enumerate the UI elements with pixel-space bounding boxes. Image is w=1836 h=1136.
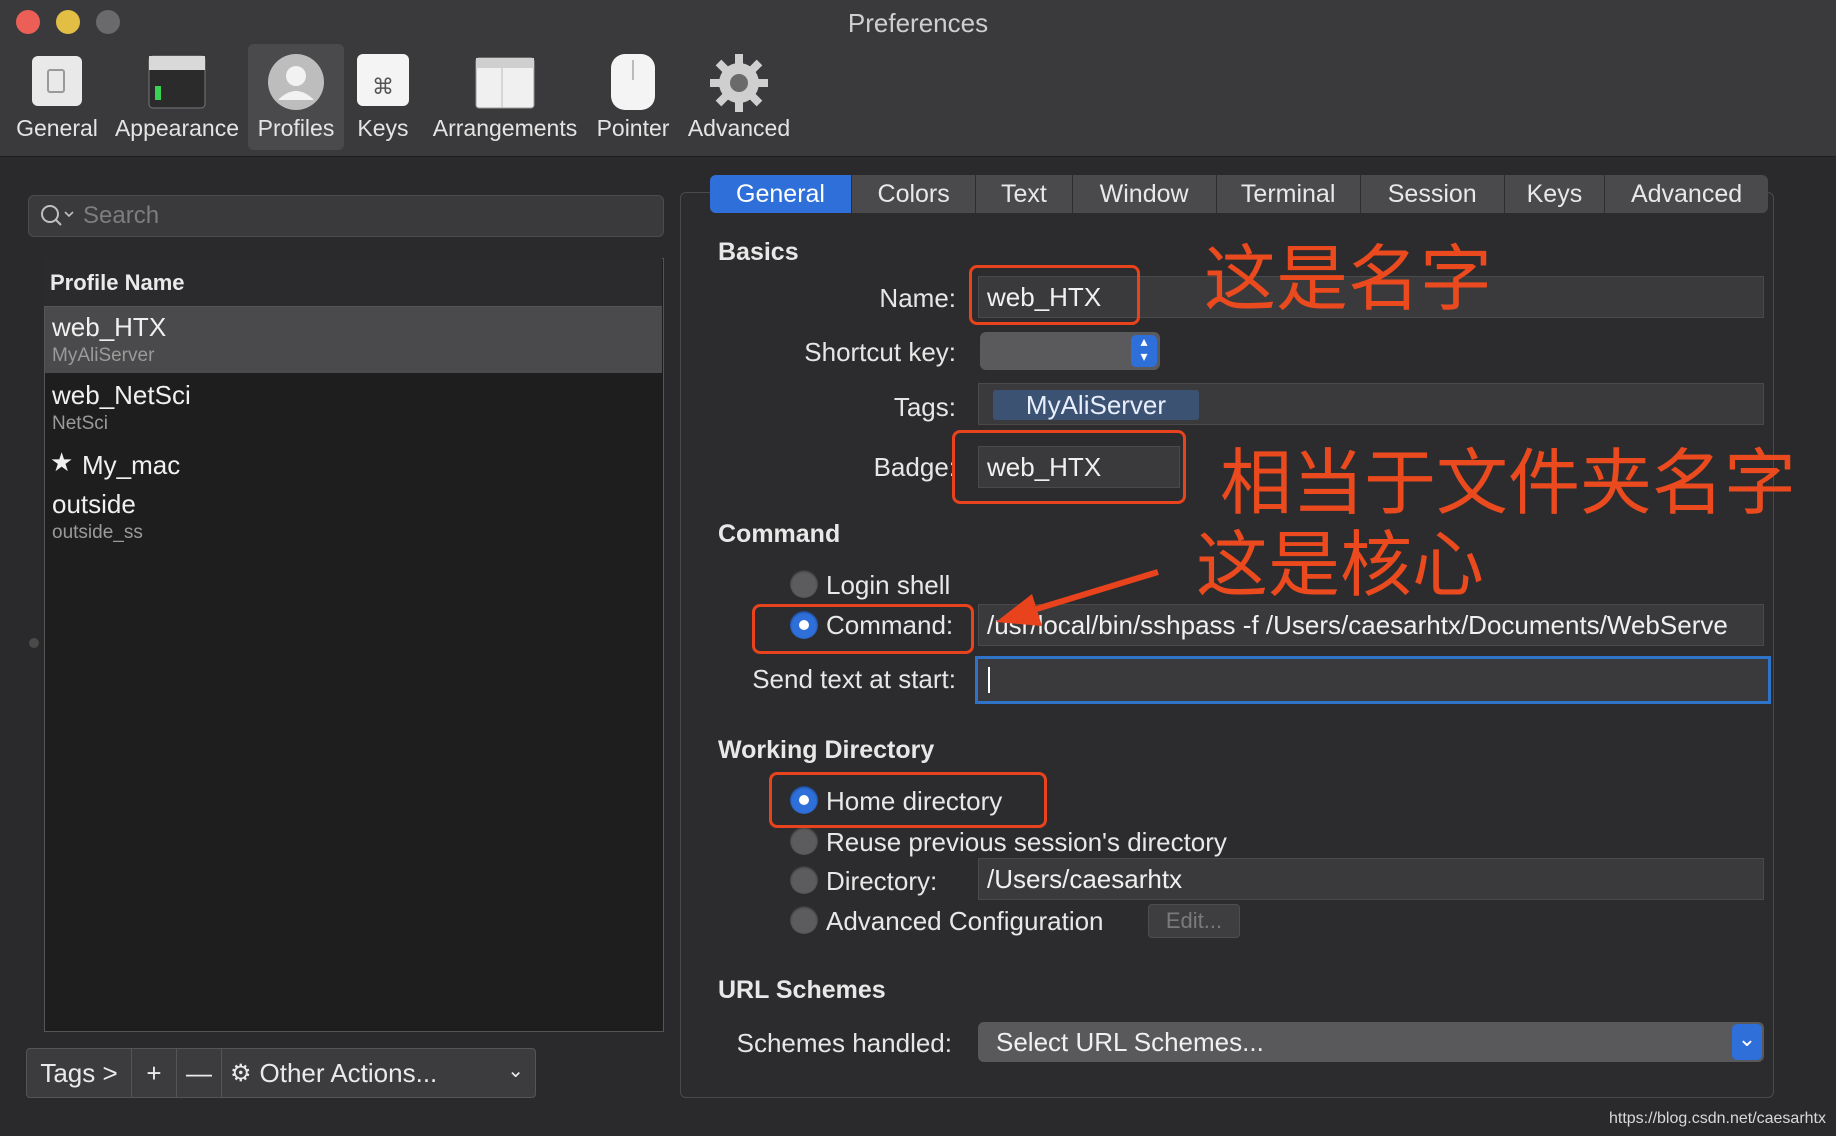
- url-schemes-popup[interactable]: Select URL Schemes... ⌄: [978, 1022, 1764, 1062]
- arrangements-icon: [475, 57, 535, 109]
- chevron-down-icon: ⌄: [1732, 1024, 1762, 1060]
- command-annotation-box: [752, 604, 974, 654]
- settings-tabs: General Colors Text Window Terminal Sess…: [710, 175, 1768, 213]
- toolbar-appearance[interactable]: Appearance: [112, 44, 242, 150]
- home-directory-annotation-box: [769, 772, 1047, 828]
- login-shell-radio[interactable]: [790, 570, 818, 598]
- directory-radio[interactable]: [790, 866, 818, 894]
- watermark: https://blog.csdn.net/caesarhtx: [1608, 1110, 1826, 1127]
- name-annotation: 这是名字: [1204, 237, 1493, 321]
- star-icon: ★: [50, 448, 74, 478]
- send-text-label: Send text at start:: [752, 664, 956, 694]
- profile-row[interactable]: ★ My_mac: [45, 445, 662, 485]
- shortcut-key-popup[interactable]: ▴ ▾: [980, 332, 1160, 370]
- url-schemes-heading: URL Schemes: [718, 976, 886, 1004]
- tags-label: Tags:: [893, 392, 956, 422]
- reuse-directory-radio[interactable]: [790, 827, 818, 855]
- profiles-icon: [268, 54, 324, 110]
- toolbar-keys[interactable]: ⌘ Keys: [350, 44, 416, 150]
- search-input[interactable]: Search: [83, 202, 159, 230]
- profile-row[interactable]: outside outside_ss: [45, 487, 662, 553]
- badge-label: Badge:: [873, 452, 956, 482]
- name-annotation-box: [969, 265, 1140, 325]
- shortcut-key-label: Shortcut key:: [804, 337, 956, 367]
- reuse-directory-label: Reuse previous session's directory: [826, 827, 1227, 857]
- svg-text:⌘: ⌘: [372, 75, 394, 100]
- command-annotation: 这是核心: [1196, 523, 1485, 607]
- tab-keys[interactable]: Keys: [1505, 175, 1606, 213]
- toolbar-profiles[interactable]: Profiles: [248, 44, 344, 150]
- login-shell-label: Login shell: [826, 570, 951, 600]
- toolbar-advanced[interactable]: Advanced: [684, 44, 794, 150]
- add-profile-button[interactable]: +: [132, 1049, 177, 1097]
- keys-icon: ⌘: [357, 54, 409, 106]
- profile-name-header[interactable]: Profile Name: [44, 258, 662, 307]
- tab-colors[interactable]: Colors: [852, 175, 977, 213]
- tab-advanced[interactable]: Advanced: [1605, 175, 1768, 213]
- tags-button[interactable]: Tags >: [27, 1049, 132, 1097]
- send-text-field[interactable]: [975, 656, 1771, 704]
- directory-label: Directory:: [826, 866, 938, 896]
- tag-token[interactable]: MyAliServer: [993, 390, 1199, 420]
- gear-icon: ⚙: [230, 1059, 252, 1087]
- pointer-icon: [611, 54, 655, 110]
- tab-window[interactable]: Window: [1073, 175, 1217, 213]
- profile-actions-bar: Tags > + — ⚙ Other Actions... ⌄: [26, 1048, 536, 1098]
- profile-search[interactable]: Search: [28, 195, 664, 237]
- toolbar-pointer[interactable]: Pointer: [592, 44, 674, 150]
- directory-field[interactable]: /Users/caesarhtx: [978, 858, 1764, 900]
- profile-row[interactable]: web_NetSci NetSci: [45, 375, 662, 441]
- other-actions-menu[interactable]: ⚙ Other Actions... ⌄: [222, 1049, 534, 1097]
- split-handle[interactable]: [29, 638, 39, 648]
- text-cursor: [988, 667, 990, 693]
- advanced-configuration-label: Advanced Configuration: [826, 906, 1104, 936]
- gear-icon: [710, 54, 768, 112]
- tab-terminal[interactable]: Terminal: [1217, 175, 1361, 213]
- tab-session[interactable]: Session: [1361, 175, 1505, 213]
- tab-text[interactable]: Text: [976, 175, 1073, 213]
- general-icon: [32, 56, 82, 106]
- basics-heading: Basics: [718, 238, 799, 266]
- tab-general[interactable]: General: [710, 175, 853, 213]
- stepper-arrows-icon: ▴ ▾: [1131, 335, 1157, 367]
- remove-profile-button[interactable]: —: [177, 1049, 222, 1097]
- working-directory-heading: Working Directory: [718, 736, 935, 764]
- chevron-down-icon: ⌄: [507, 1058, 524, 1082]
- badge-annotation-box: [952, 430, 1186, 504]
- toolbar-general[interactable]: General: [12, 44, 102, 150]
- tags-field[interactable]: MyAliServer: [978, 383, 1764, 425]
- window-title: Preferences: [847, 8, 989, 38]
- command-heading: Command: [718, 520, 841, 548]
- arrow-icon: [996, 569, 1159, 626]
- toolbar-arrangements[interactable]: Arrangements: [430, 44, 580, 150]
- profile-row[interactable]: web_HTX MyAliServer: [45, 307, 662, 373]
- schemes-handled-label: Schemes handled:: [736, 1028, 952, 1058]
- search-icon: [41, 205, 74, 226]
- appearance-icon: [148, 55, 206, 109]
- edit-button[interactable]: Edit...: [1148, 904, 1240, 938]
- advanced-configuration-radio[interactable]: [790, 906, 818, 934]
- name-label: Name:: [879, 283, 956, 313]
